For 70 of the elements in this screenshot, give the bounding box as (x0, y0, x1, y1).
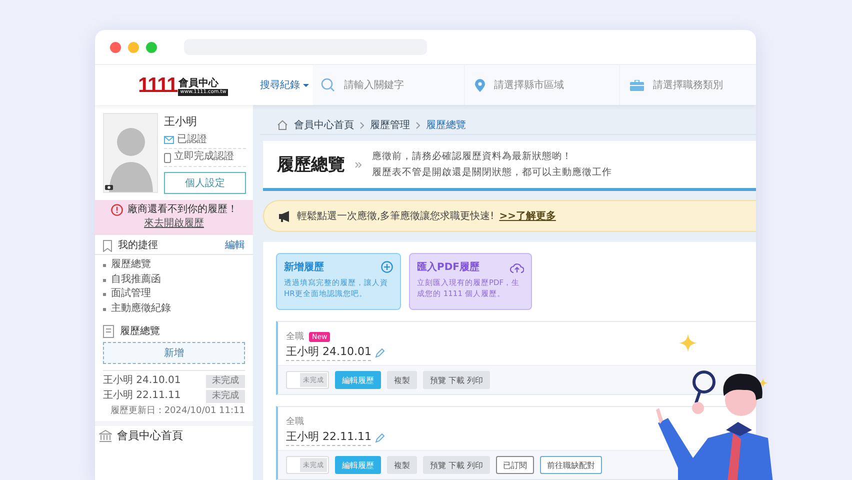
caret-icon (303, 84, 309, 86)
shortcut-link[interactable]: 自我推薦函 (111, 274, 161, 286)
plus-circle-icon (381, 261, 393, 273)
map-pin-icon (475, 78, 485, 92)
search-icon (321, 78, 335, 92)
notice-text: 履歷表不管是開啟還是關閉狀態，都可以主動應徵工作 (372, 166, 612, 179)
window-control-dot[interactable] (128, 42, 139, 52)
job-type-label: 全職 (286, 330, 304, 343)
action-button[interactable]: 複製 (387, 456, 417, 474)
phone-icon (164, 152, 171, 162)
megaphone-icon (279, 210, 292, 222)
settings-button[interactable]: 個人設定 (164, 172, 246, 194)
building-icon (99, 430, 112, 442)
chevron-right-icon (360, 122, 364, 128)
resume-title: 王小明 24.10.01 (286, 344, 372, 361)
pencil-icon[interactable] (375, 432, 386, 442)
shortcut-link[interactable]: 面試管理 (111, 288, 151, 301)
alert-message: 廠商還看不到你的履歷！ (128, 204, 238, 216)
banner-text: 輕鬆點選一次應徵,多筆應徵讓您求職更快速! (297, 210, 494, 223)
bookmark-icon (103, 240, 112, 252)
card-title: 匯入PDF履歷 (417, 260, 480, 274)
verification-status: 立即完成認證 (174, 151, 234, 164)
double-chevron-icon (355, 162, 362, 168)
verification-status: 已認證 (177, 134, 207, 146)
shortcut-link[interactable]: 履歷總覽 (111, 259, 151, 272)
status-label: 未完成 (206, 375, 245, 388)
window-control-dot[interactable] (146, 42, 157, 52)
chevron-right-icon (416, 122, 420, 128)
resume-link[interactable]: 王小明 24.10.01 (103, 375, 181, 388)
resume-link[interactable]: 王小明 22.11.11 (103, 390, 181, 403)
breadcrumb-link[interactable]: 會員中心首頁 (294, 118, 354, 132)
exclamation-circle-icon (110, 204, 122, 216)
section-title: 我的捷徑 (118, 240, 159, 252)
sparkle-icon (758, 378, 768, 388)
resume-title: 王小明 22.11.11 (286, 429, 372, 446)
envelope-icon (164, 136, 174, 144)
job-match-button[interactable]: 前往職缺配對 (540, 456, 602, 474)
profile-photo-placeholder[interactable] (103, 113, 158, 193)
action-button[interactable]: 複製 (387, 371, 417, 389)
learn-more-link[interactable]: >>了解更多 (499, 209, 556, 223)
history-menu[interactable]: 搜尋紀錄 (260, 78, 313, 92)
action-button[interactable]: 預覽 下載 列印 (423, 456, 490, 474)
edit-link[interactable]: 編輯 (225, 240, 245, 252)
search-field[interactable]: 請選擇職務類別 (620, 65, 756, 105)
document-icon (103, 325, 114, 338)
subscribed-button[interactable]: 已訂閱 (496, 456, 534, 474)
breadcrumb-link[interactable]: 履歷管理 (370, 118, 410, 132)
action-button[interactable]: 預覽 下載 列印 (423, 371, 490, 389)
page-title: 履歷總覽 (277, 154, 345, 176)
status-label: 未完成 (206, 390, 245, 403)
pencil-icon[interactable] (375, 348, 386, 358)
section-title: 履歷總覽 (120, 326, 161, 338)
cloud-upload-icon (510, 262, 524, 272)
window-control-dot[interactable] (110, 42, 121, 52)
logo-title: 會員中心 (178, 78, 218, 88)
shortcut-link[interactable]: 主動應徵紀錄 (111, 302, 171, 316)
briefcase-icon (630, 80, 644, 90)
open-resume-link[interactable]: 來去開啟履歷 (144, 218, 204, 231)
add-resume-button[interactable]: 新增 (103, 342, 245, 364)
sparkle-icon (679, 334, 697, 352)
home-icon (277, 120, 288, 130)
logo-number: 1111 (138, 74, 178, 96)
card-title: 新增履歷 (284, 260, 324, 274)
breadcrumb-link[interactable]: 履歷總覽 (426, 118, 466, 132)
update-date: 履歷更新日：2024/10/01 11:11 (109, 406, 245, 418)
user-name: 王小明 (164, 115, 198, 129)
camera-icon (105, 184, 113, 190)
notice-text: 應徵前，請務必確認履歷資料為最新狀態喲！ (372, 150, 573, 163)
job-type-label: 全職 (286, 416, 304, 428)
member-home-link[interactable]: 會員中心首頁 (117, 429, 183, 443)
